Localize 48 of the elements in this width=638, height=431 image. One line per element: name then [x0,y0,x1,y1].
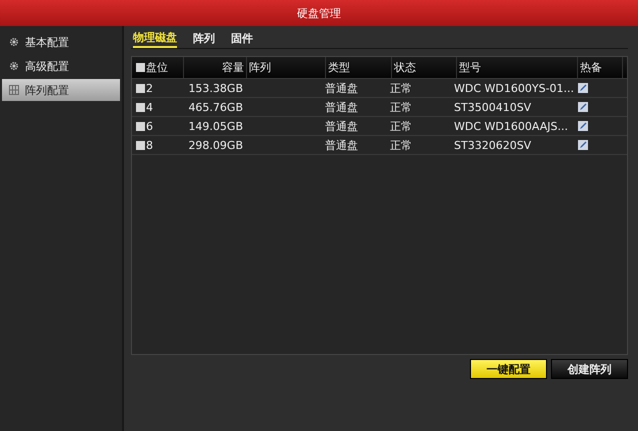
table-cell-text: 149.05GB [187,120,244,132]
table-cell-text: ST3320620SV [453,138,532,152]
table-cell-text: WDC WD1600AAJS... [453,120,569,132]
table-cell-text: 正常 [389,118,413,134]
sidebar-item[interactable]: 高级配置 [2,55,120,77]
edit-icon[interactable] [578,102,588,112]
column-header: 容量 [184,57,247,78]
edit-icon[interactable] [578,140,588,150]
button[interactable]: 创建阵列 [551,359,628,379]
window-title: 硬盘管理 [297,6,341,20]
table-cell: 2 [132,82,183,94]
table-cell-text: 普通盘 [324,100,359,114]
column-header: 阵列 [247,57,326,78]
tab[interactable]: 物理磁盘 [133,30,177,48]
table-cell-text: 正常 [389,100,413,114]
table-cell: 4 [132,100,183,114]
table-cell-text: 普通盘 [324,118,359,134]
checkbox[interactable] [136,63,145,72]
tab[interactable]: 固件 [231,31,253,47]
table-cell-text: 正常 [389,80,413,96]
checkbox[interactable] [136,122,145,130]
edit-icon[interactable] [578,121,588,131]
column-header: 热备 [578,57,623,78]
table-cell-text: 普通盘 [324,80,359,96]
checkbox[interactable] [136,140,145,150]
column-header: 型号 [457,57,578,78]
sidebar-item[interactable]: 基本配置 [2,31,120,53]
table-cell-text: 298.09GB [187,138,244,152]
table-cell-text: 153.38GB [187,82,244,94]
table-cell-text: 465.76GB [187,100,244,114]
button[interactable]: 一键配置 [470,359,547,379]
table-cell-text: WDC WD1600YS-01... [453,82,572,94]
checkbox[interactable] [136,84,145,92]
table-cell-text: ST3500410SV [453,100,532,114]
edit-icon[interactable] [578,83,588,93]
column-header: 状态 [392,57,457,78]
checkbox[interactable] [136,102,145,112]
table-cell-text: 正常 [389,138,413,152]
column-header: 盘位 [132,57,184,78]
column-header: 类型 [326,57,392,78]
table-cell: 6 [132,120,183,132]
gear-icon [9,37,19,47]
table-cell-text: 普通盘 [324,138,359,152]
gear-icon [9,61,19,71]
sidebar-item[interactable]: 阵列配置 [2,79,120,101]
table-cell: 8 [132,138,183,152]
grid-icon [9,85,19,95]
tab[interactable]: 阵列 [193,31,215,47]
